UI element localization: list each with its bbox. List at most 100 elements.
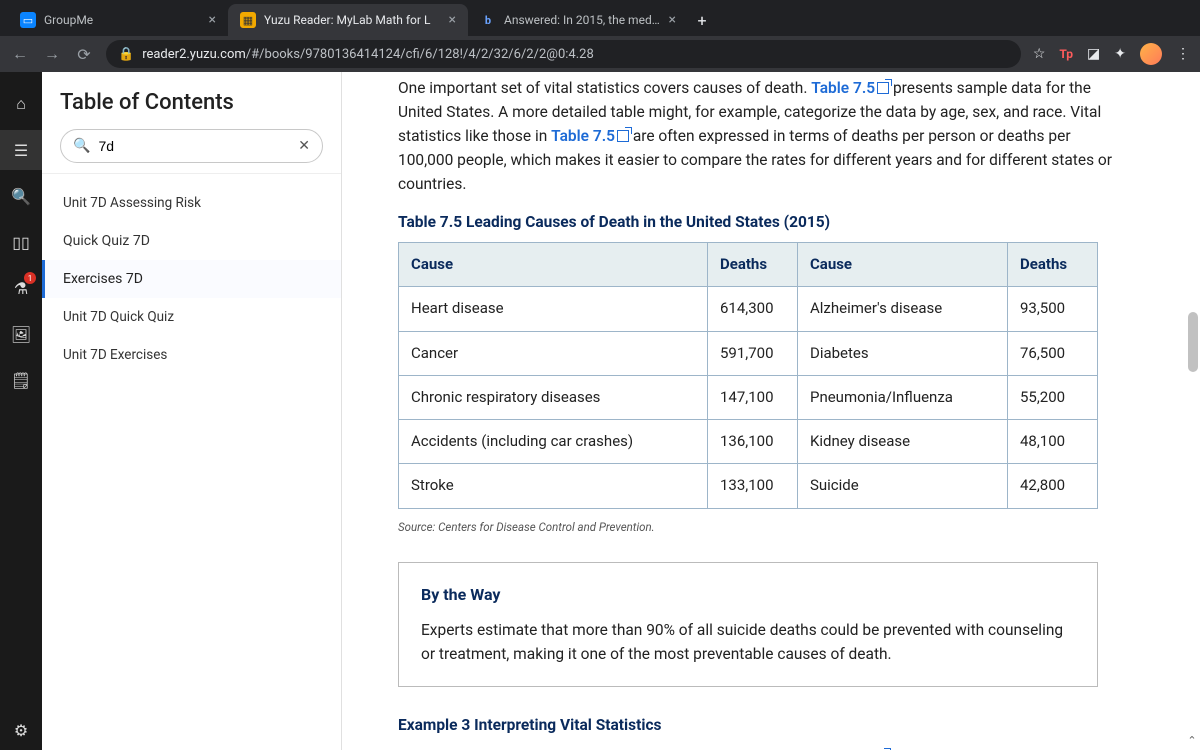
rail-toc-icon[interactable]: ☰ — [0, 130, 42, 170]
divider — [42, 173, 341, 174]
toc-item-exercises-7d[interactable]: Exercises 7D — [42, 260, 341, 298]
table-source: Source: Centers for Disease Control and … — [398, 519, 1128, 537]
causes-of-death-table: Cause Deaths Cause Deaths Heart disease6… — [398, 242, 1098, 509]
cell-cause: Suicide — [797, 464, 1007, 508]
callout-title: By the Way — [421, 583, 1075, 608]
sidebar-title: Table of Contents — [42, 72, 341, 129]
col-cause: Cause — [399, 243, 708, 287]
table-link-1[interactable]: Table 7.5 — [811, 79, 875, 97]
popout-icon[interactable] — [617, 130, 629, 142]
text: One important set of vital statistics co… — [398, 79, 811, 97]
cell-deaths: 42,800 — [1008, 464, 1098, 508]
browser-tab-strip: ▭ GroupMe × ▦ Yuzu Reader: MyLab Math fo… — [0, 0, 1200, 36]
rail-search-icon[interactable]: 🔍 — [0, 176, 42, 216]
table-row: Accidents (including car crashes)136,100… — [399, 420, 1098, 464]
left-rail: ⌂ ☰ 🔍 ▯▯ ⚗1 🖼 🗒 ⚙ — [0, 72, 42, 750]
tab-title: Answered: In 2015, the median — [504, 13, 661, 27]
by-the-way-callout: By the Way Experts estimate that more th… — [398, 562, 1098, 687]
callout-body: Experts estimate that more than 90% of a… — [421, 618, 1075, 666]
toc-list: Unit 7D Assessing Risk Quick Quiz 7D Exe… — [42, 178, 341, 380]
rail-notes-icon[interactable]: 🗒 — [0, 360, 42, 400]
cell-cause: Alzheimer's disease — [797, 287, 1007, 331]
cell-cause: Accidents (including car crashes) — [399, 420, 708, 464]
browser-address-bar: ← → ⟳ 🔒 reader2.yuzu.com/#/books/9780136… — [0, 36, 1200, 72]
cell-deaths: 147,100 — [707, 375, 797, 419]
cell-cause: Heart disease — [399, 287, 708, 331]
rail-flashcards-icon[interactable]: ▯▯ — [0, 222, 42, 262]
table-row: Chronic respiratory diseases147,100Pneum… — [399, 375, 1098, 419]
cell-deaths: 614,300 — [707, 287, 797, 331]
rail-badge: 1 — [24, 272, 36, 284]
forward-icon[interactable]: → — [42, 44, 62, 64]
tp-extension-icon[interactable]: Tp — [1059, 47, 1073, 61]
example-title: Example 3 Interpreting Vital Statistics — [398, 713, 1128, 737]
cell-deaths: 48,100 — [1008, 420, 1098, 464]
scrollbar-thumb[interactable] — [1188, 312, 1198, 372]
table-title: Table 7.5 Leading Causes of Death in the… — [398, 210, 1128, 234]
rail-labs-icon[interactable]: ⚗1 — [0, 268, 42, 308]
toc-item-assessing-risk[interactable]: Unit 7D Assessing Risk — [42, 184, 341, 222]
reader-content[interactable]: ⌃ One important set of vital statistics … — [342, 72, 1200, 750]
table-row: Stroke133,100Suicide42,800 — [399, 464, 1098, 508]
new-tab-button[interactable]: + — [688, 11, 716, 36]
toc-item-unit-exercises[interactable]: Unit 7D Exercises — [42, 336, 341, 374]
cell-cause: Cancer — [399, 331, 708, 375]
cell-cause: Stroke — [399, 464, 708, 508]
back-icon[interactable]: ← — [10, 44, 30, 64]
rail-home-icon[interactable]: ⌂ — [0, 84, 42, 124]
profile-avatar[interactable] — [1140, 43, 1162, 65]
cell-cause: Diabetes — [797, 331, 1007, 375]
cell-deaths: 93,500 — [1008, 287, 1098, 331]
table-row: Heart disease614,300Alzheimer's disease9… — [399, 287, 1098, 331]
browser-tab-answered[interactable]: b Answered: In 2015, the median × — [468, 4, 688, 36]
popout-icon[interactable] — [877, 82, 889, 94]
rail-image-icon[interactable]: 🖼 — [0, 314, 42, 354]
col-deaths: Deaths — [707, 243, 797, 287]
cell-cause: Chronic respiratory diseases — [399, 375, 708, 419]
tab-title: GroupMe — [44, 13, 201, 27]
menu-icon[interactable]: ⋮ — [1176, 46, 1190, 62]
cell-deaths: 76,500 — [1008, 331, 1098, 375]
toolbar-right: ☆ Tp ◪ ✦ ⋮ — [1033, 43, 1190, 65]
reload-icon[interactable]: ⟳ — [74, 45, 94, 64]
toc-item-unit-quick-quiz[interactable]: Unit 7D Quick Quiz — [42, 298, 341, 336]
close-icon[interactable]: × — [669, 12, 676, 28]
toc-item-quick-quiz-7d[interactable]: Quick Quiz 7D — [42, 222, 341, 260]
url-host: reader2.yuzu.com — [142, 47, 246, 62]
col-deaths-2: Deaths — [1008, 243, 1098, 287]
cell-deaths: 55,200 — [1008, 375, 1098, 419]
extension-icon[interactable]: ◪ — [1087, 46, 1100, 62]
browser-tab-groupme[interactable]: ▭ GroupMe × — [8, 4, 228, 36]
rail-settings-icon[interactable]: ⚙ — [0, 710, 42, 750]
cell-deaths: 133,100 — [707, 464, 797, 508]
puzzle-icon[interactable]: ✦ — [1114, 46, 1126, 62]
scroll-up-icon[interactable]: ⌃ — [1186, 734, 1198, 746]
star-icon[interactable]: ☆ — [1033, 46, 1046, 62]
close-icon[interactable]: × — [209, 12, 216, 28]
browser-tab-yuzu[interactable]: ▦ Yuzu Reader: MyLab Math for L × — [228, 4, 468, 36]
toc-search-input[interactable] — [98, 138, 290, 154]
col-cause-2: Cause — [797, 243, 1007, 287]
url-path: /#/books/9780136414124/cfi/6/128!/4/2/32… — [246, 47, 594, 62]
cell-cause: Pneumonia/Influenza — [797, 375, 1007, 419]
table-link-2[interactable]: Table 7.5 — [551, 127, 615, 145]
favicon-yuzu: ▦ — [240, 12, 256, 28]
cell-deaths: 136,100 — [707, 420, 797, 464]
toc-search-box[interactable]: 🔍 ✕ — [60, 129, 323, 163]
example-body: Assume an approximate U.S. population of… — [398, 745, 1128, 750]
url-input[interactable]: 🔒 reader2.yuzu.com/#/books/9780136414124… — [106, 40, 1021, 68]
cell-deaths: 591,700 — [707, 331, 797, 375]
clear-icon[interactable]: ✕ — [298, 138, 310, 154]
cell-cause: Kidney disease — [797, 420, 1007, 464]
table-header-row: Cause Deaths Cause Deaths — [399, 243, 1098, 287]
lock-icon: 🔒 — [118, 47, 134, 62]
intro-paragraph: One important set of vital statistics co… — [398, 76, 1128, 196]
toc-sidebar: Table of Contents 🔍 ✕ Unit 7D Assessing … — [42, 72, 342, 750]
favicon-bartleby: b — [480, 12, 496, 28]
close-icon[interactable]: × — [449, 12, 456, 28]
tab-title: Yuzu Reader: MyLab Math for L — [264, 13, 441, 27]
page-body: One important set of vital statistics co… — [342, 72, 1200, 750]
search-icon: 🔍 — [73, 138, 90, 154]
favicon-groupme: ▭ — [20, 12, 36, 28]
table-row: Cancer591,700Diabetes76,500 — [399, 331, 1098, 375]
